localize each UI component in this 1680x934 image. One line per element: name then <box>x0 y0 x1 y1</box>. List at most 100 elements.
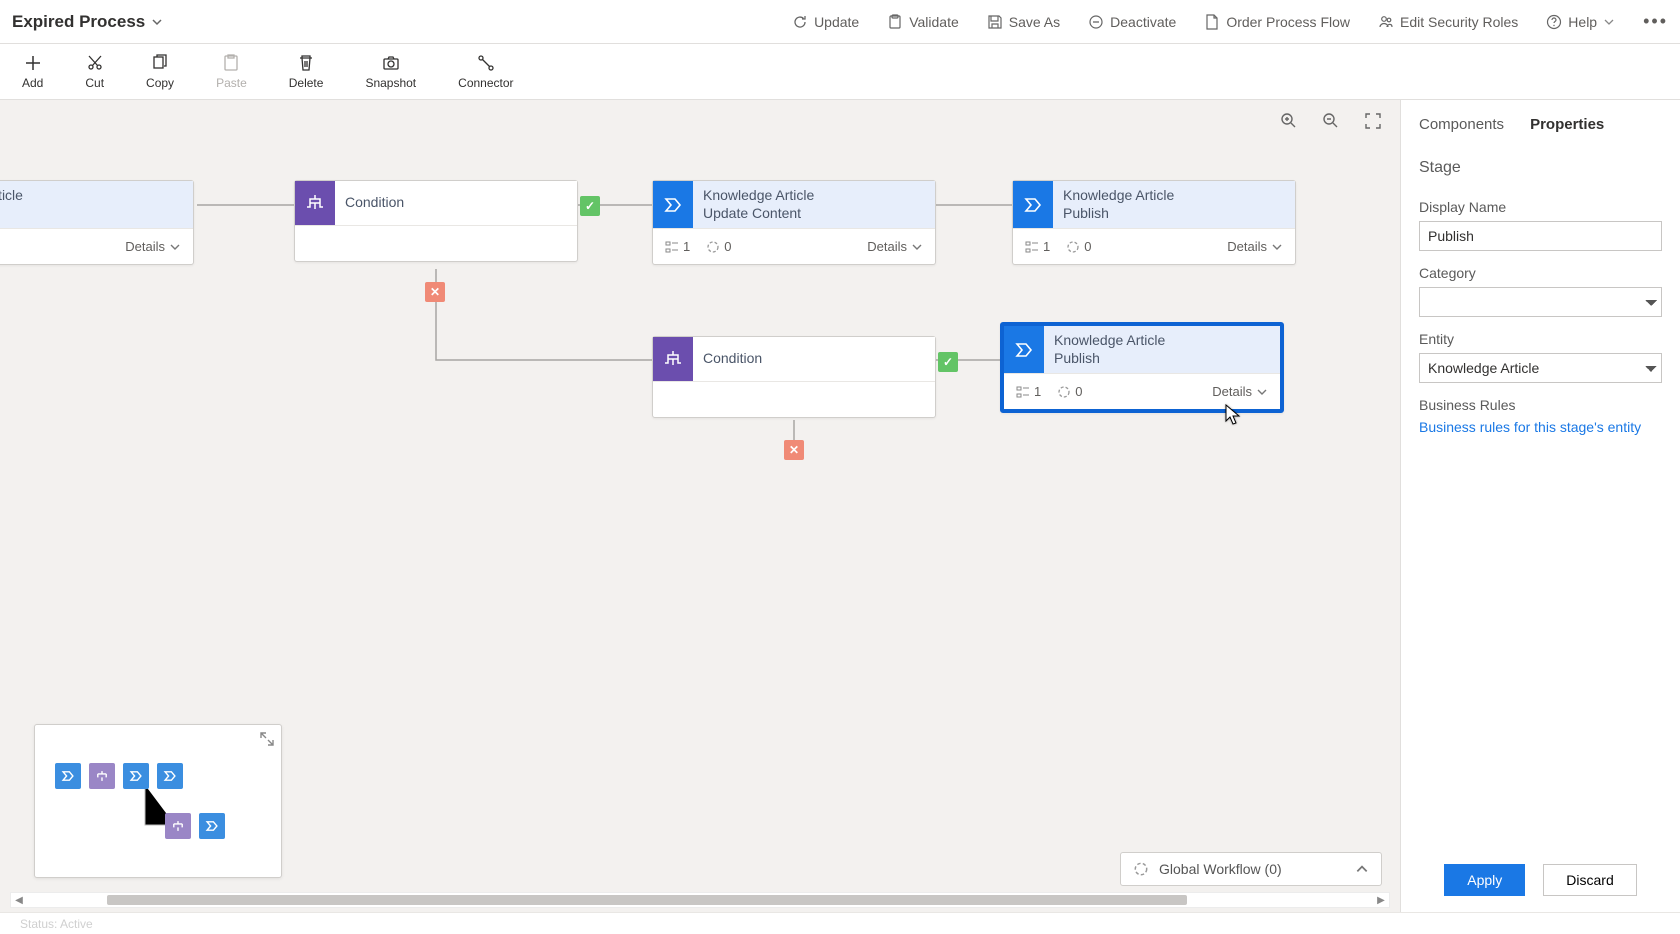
node-title-line1: Knowledge Article <box>1063 187 1174 205</box>
count: 0 <box>1075 384 1082 399</box>
connector-icon <box>477 54 495 72</box>
order-process-flow-button[interactable]: Order Process Flow <box>1204 14 1350 30</box>
details-toggle[interactable]: Details <box>125 239 181 254</box>
validate-button[interactable]: Validate <box>887 14 959 30</box>
save-as-button[interactable]: Save As <box>987 14 1060 30</box>
stage-node-review[interactable]: nowledge Article eview 0 Details <box>0 180 194 265</box>
add-button[interactable]: Add <box>22 54 43 90</box>
plus-icon <box>24 54 42 72</box>
copy-icon <box>151 54 169 72</box>
tab-properties[interactable]: Properties <box>1530 114 1604 135</box>
scroll-right-arrow[interactable]: ▶ <box>1373 893 1389 907</box>
scissors-icon <box>86 54 104 72</box>
minimap[interactable] <box>34 724 282 878</box>
label: Paste <box>216 76 247 90</box>
details-label: Details <box>1212 384 1252 399</box>
tab-components[interactable]: Components <box>1419 114 1504 135</box>
document-icon <box>1204 14 1220 30</box>
connector-button[interactable]: Connector <box>458 54 513 90</box>
status-bar: Status: Active <box>0 912 1680 934</box>
node-title: Condition <box>703 350 762 368</box>
global-workflow-bar[interactable]: Global Workflow (0) <box>1120 852 1382 886</box>
stage-node-publish-top[interactable]: Knowledge Article Publish 1 0 Details <box>1012 180 1296 265</box>
apply-button[interactable]: Apply <box>1444 864 1525 896</box>
edit-security-roles-button[interactable]: Edit Security Roles <box>1378 14 1518 30</box>
steps-icon <box>665 240 679 254</box>
label: Connector <box>458 76 513 90</box>
process-title[interactable]: Expired Process <box>12 12 163 32</box>
chevron-down-icon <box>1271 241 1283 253</box>
editor-toolbar: Add Cut Copy Paste Delete Snapshot Conne… <box>0 44 1680 100</box>
scroll-left-arrow[interactable]: ◀ <box>11 893 27 907</box>
label: Deactivate <box>1110 14 1176 30</box>
panel-buttons: Apply Discard <box>1419 864 1662 896</box>
status-text: Status: Active <box>20 917 93 931</box>
details-toggle[interactable]: Details <box>1212 384 1268 399</box>
business-rules-link[interactable]: Business rules for this stage's entity <box>1419 419 1662 435</box>
spinner-icon <box>706 240 720 254</box>
stage-node-publish-selected[interactable]: Knowledge Article Publish 1 0 Details <box>1000 322 1284 413</box>
label: Delete <box>289 76 324 90</box>
deactivate-button[interactable]: Deactivate <box>1088 14 1176 30</box>
main-area: ✓ ✕ ✓ ✕ nowledge Article eview 0 Details <box>0 100 1680 912</box>
label: Help <box>1568 14 1597 30</box>
delete-button[interactable]: Delete <box>289 54 324 90</box>
process-canvas[interactable]: ✓ ✕ ✓ ✕ nowledge Article eview 0 Details <box>0 100 1400 912</box>
clipboard-icon <box>887 14 903 30</box>
cross-mark-icon: ✕ <box>425 282 445 302</box>
display-name-label: Display Name <box>1419 199 1662 215</box>
label: Save As <box>1009 14 1060 30</box>
node-title-line1: Knowledge Article <box>703 187 814 205</box>
cut-button[interactable]: Cut <box>85 54 104 90</box>
header-bar: Expired Process Update Validate Save As … <box>0 0 1680 44</box>
canvas-scrollbar[interactable]: ◀ ▶ <box>10 892 1390 908</box>
stage-icon <box>1013 181 1053 228</box>
steps: 1 <box>683 239 690 254</box>
label: Snapshot <box>365 76 416 90</box>
node-title-line1: nowledge Article <box>0 187 23 205</box>
spinner-icon <box>1066 240 1080 254</box>
paste-icon <box>222 54 240 72</box>
check-mark-icon: ✓ <box>938 352 958 372</box>
entity-label: Entity <box>1419 331 1662 347</box>
cross-mark-icon: ✕ <box>784 440 804 460</box>
condition-node-2[interactable]: Condition <box>652 336 936 418</box>
scroll-thumb[interactable] <box>107 895 1187 905</box>
business-rules-label: Business Rules <box>1419 397 1662 413</box>
details-toggle[interactable]: Details <box>867 239 923 254</box>
more-actions-button[interactable]: ••• <box>1643 11 1668 32</box>
check-mark-icon: ✓ <box>580 196 600 216</box>
display-name-input[interactable] <box>1419 221 1662 251</box>
help-button[interactable]: Help <box>1546 14 1615 30</box>
label: Validate <box>909 14 959 30</box>
paste-button: Paste <box>216 54 247 90</box>
node-title-line1: Knowledge Article <box>1054 332 1165 350</box>
minimap-node <box>123 763 149 789</box>
update-button[interactable]: Update <box>792 14 859 30</box>
label: Order Process Flow <box>1226 14 1350 30</box>
stage-node-update-content[interactable]: Knowledge Article Update Content 1 0 Det… <box>652 180 936 265</box>
category-select[interactable] <box>1419 287 1662 317</box>
spinner-icon <box>1133 861 1149 877</box>
chevron-down-icon <box>169 241 181 253</box>
condition-icon <box>653 337 693 381</box>
entity-select[interactable]: Knowledge Article <box>1419 353 1662 383</box>
node-title-line2: Publish <box>1054 350 1165 368</box>
chevron-down-icon <box>151 16 163 28</box>
discard-button[interactable]: Discard <box>1543 864 1636 896</box>
node-title-line2: Update Content <box>703 205 814 223</box>
steps: 1 <box>1043 239 1050 254</box>
deactivate-icon <box>1088 14 1104 30</box>
section-title: Stage <box>1419 159 1662 177</box>
label: Copy <box>146 76 174 90</box>
node-title-line2: Publish <box>1063 205 1174 223</box>
condition-node-1[interactable]: Condition <box>294 180 578 262</box>
camera-icon <box>382 54 400 72</box>
snapshot-button[interactable]: Snapshot <box>365 54 416 90</box>
copy-button[interactable]: Copy <box>146 54 174 90</box>
category-label: Category <box>1419 265 1662 281</box>
save-icon <box>987 14 1003 30</box>
process-title-text: Expired Process <box>12 12 145 32</box>
details-toggle[interactable]: Details <box>1227 239 1283 254</box>
label: Global Workflow (0) <box>1159 861 1282 877</box>
